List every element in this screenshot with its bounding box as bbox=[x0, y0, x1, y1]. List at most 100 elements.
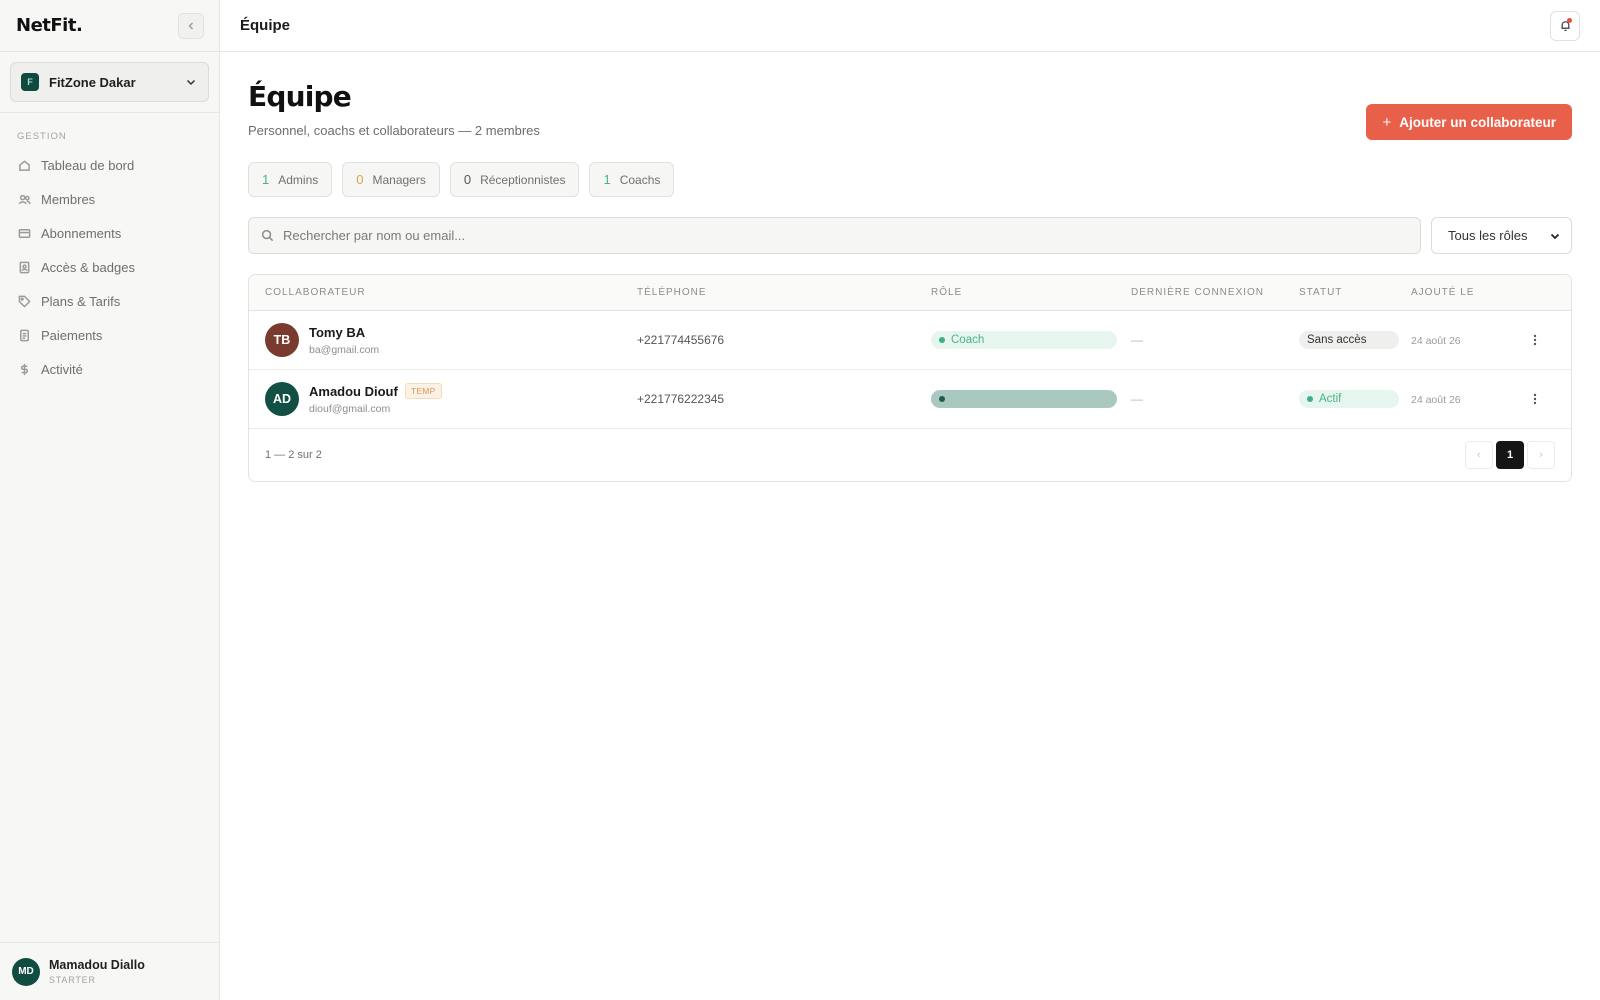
chevron-left-icon bbox=[188, 22, 193, 29]
person-email: ba@gmail.com bbox=[309, 343, 380, 356]
phone-number: +221774455676 bbox=[637, 333, 725, 347]
stat-coachs[interactable]: 1 Coachs bbox=[589, 162, 675, 197]
column-header[interactable]: DERNIÈRE CONNEXION bbox=[1131, 287, 1299, 298]
phone-number: +221776222345 bbox=[637, 392, 725, 406]
workspace-switcher[interactable]: F FitZone Dakar bbox=[10, 62, 209, 102]
prev-page-button[interactable]: ‹ bbox=[1465, 441, 1493, 469]
column-header[interactable]: TÉLÉPHONE bbox=[637, 287, 931, 298]
role-filter-value: Tous les rôles bbox=[1448, 228, 1528, 243]
sidebar-item-tableau-de-bord[interactable]: Tableau de bord bbox=[0, 148, 219, 182]
pagination: ‹ 1 › bbox=[1465, 441, 1555, 469]
cell-actions bbox=[1499, 390, 1571, 408]
stat-count: 1 bbox=[603, 172, 611, 187]
role-badge bbox=[931, 390, 1117, 408]
stat-managers[interactable]: 0 Managers bbox=[342, 162, 440, 197]
user-info: Mamadou Diallo STARTER bbox=[49, 958, 145, 985]
sidebar-item-label: Plans & Tarifs bbox=[41, 293, 121, 309]
plus-icon: + bbox=[1382, 113, 1392, 131]
role-dot bbox=[939, 396, 945, 402]
page-header: Équipe Personnel, coachs et collaborateu… bbox=[248, 78, 1572, 140]
receipt-icon bbox=[20, 329, 29, 341]
column-header[interactable]: COLLABORATEUR bbox=[249, 287, 637, 298]
cell-last-login: — bbox=[1131, 390, 1299, 408]
sidebar-item-acces-badges[interactable]: Accès & badges bbox=[0, 250, 219, 284]
sidebar-item-abonnements[interactable]: Abonnements bbox=[0, 216, 219, 250]
stat-label: Coachs bbox=[619, 172, 661, 187]
team-table: COLLABORATEUR TÉLÉPHONE RÔLE DERNIÈRE CO… bbox=[248, 274, 1572, 482]
workspace-name: FitZone Dakar bbox=[49, 74, 136, 90]
stat-admins[interactable]: 1 Admins bbox=[248, 162, 333, 197]
sidebar-item-label: Membres bbox=[41, 191, 96, 207]
notification-dot bbox=[1567, 17, 1572, 23]
search-input[interactable] bbox=[283, 228, 1408, 243]
row-menu-button[interactable] bbox=[1526, 390, 1544, 408]
page-title: Équipe bbox=[248, 80, 352, 113]
dollar-icon bbox=[20, 363, 29, 375]
status-label: Actif bbox=[1319, 393, 1342, 405]
brand-logo[interactable]: NetFit. bbox=[16, 15, 83, 36]
sidebar-item-plans-tarifs[interactable]: Plans & Tarifs bbox=[0, 284, 219, 318]
workspace-logo: F bbox=[21, 73, 39, 91]
column-header[interactable]: RÔLE bbox=[931, 287, 1131, 298]
sidebar-item-label: Abonnements bbox=[41, 225, 122, 241]
sidebar-item-activite[interactable]: Activité bbox=[0, 352, 219, 386]
status-badge: Actif bbox=[1299, 390, 1399, 408]
table-row[interactable]: TB Tomy BA ba@gmail.com +221774455676 Co… bbox=[249, 311, 1571, 370]
cell-last-login: — bbox=[1131, 331, 1299, 349]
row-menu-button[interactable] bbox=[1526, 331, 1544, 349]
role-filter-select[interactable]: Tous les rôles bbox=[1431, 217, 1572, 254]
brand-row: NetFit. bbox=[0, 0, 219, 52]
tag-icon bbox=[18, 295, 31, 308]
added-date: 24 août 26 bbox=[1411, 394, 1461, 406]
users-icon bbox=[18, 194, 31, 204]
cell-status: Sans accès bbox=[1299, 331, 1411, 349]
user-profile[interactable]: MD Mamadou Diallo STARTER bbox=[0, 942, 219, 1000]
cell-role bbox=[931, 390, 1131, 408]
stat-receptionnistes[interactable]: 0 Réceptionnistes bbox=[449, 162, 580, 197]
person-name[interactable]: Amadou Diouf bbox=[309, 384, 398, 399]
more-vertical-icon bbox=[1533, 393, 1537, 405]
avatar: AD bbox=[265, 382, 299, 416]
table-row[interactable]: AD Amadou Diouf TEMP diouf@gmail.com +22… bbox=[249, 370, 1571, 429]
person: AD Amadou Diouf TEMP diouf@gmail.com bbox=[265, 382, 637, 416]
sidebar: NetFit. F FitZone Dakar GESTION Tableau … bbox=[0, 0, 220, 1000]
person-email: diouf@gmail.com bbox=[309, 403, 391, 415]
table-footer: 1 — 2 sur 2 ‹ 1 › bbox=[249, 429, 1571, 481]
add-collaborator-button[interactable]: + Ajouter un collaborateur bbox=[1366, 104, 1572, 140]
sidebar-item-paiements[interactable]: Paiements bbox=[0, 318, 219, 352]
column-header[interactable]: AJOUTÉ LE bbox=[1411, 287, 1499, 298]
sidebar-item-membres[interactable]: Membres bbox=[0, 182, 219, 216]
stat-label: Réceptionnistes bbox=[480, 172, 566, 187]
search-icon bbox=[261, 229, 274, 242]
status-badge: Sans accès bbox=[1299, 331, 1399, 349]
role-stats: 1 Admins 0 Managers 0 Réceptionnistes 1 … bbox=[248, 162, 1572, 197]
cell-status: Actif bbox=[1299, 390, 1411, 408]
main-content: Équipe Équipe Personnel, coachs et colla… bbox=[220, 0, 1600, 1000]
next-page-button[interactable]: › bbox=[1527, 441, 1555, 469]
cell-collaborator: AD Amadou Diouf TEMP diouf@gmail.com bbox=[249, 382, 637, 416]
add-collaborator-label: Ajouter un collaborateur bbox=[1399, 114, 1556, 130]
user-name: Mamadou Diallo bbox=[49, 958, 145, 972]
workspace-wrap: F FitZone Dakar bbox=[0, 52, 219, 113]
sidebar-item-label: Tableau de bord bbox=[41, 157, 135, 173]
chevron-down-icon bbox=[186, 79, 196, 86]
cell-actions bbox=[1499, 331, 1571, 349]
sidebar-nav: Tableau de bord Membres Abonnements Accè… bbox=[0, 142, 219, 386]
cell-collaborator: TB Tomy BA ba@gmail.com bbox=[249, 323, 637, 357]
stat-label: Managers bbox=[372, 172, 426, 187]
notifications-button[interactable] bbox=[1550, 10, 1580, 41]
page-button-current[interactable]: 1 bbox=[1496, 441, 1524, 469]
last-login: — bbox=[1131, 392, 1143, 406]
table-header: COLLABORATEUR TÉLÉPHONE RÔLE DERNIÈRE CO… bbox=[249, 275, 1571, 311]
page-subtitle: Personnel, coachs et collaborateurs — 2 … bbox=[248, 123, 540, 138]
column-header[interactable]: STATUT bbox=[1299, 287, 1411, 298]
collapse-sidebar-button[interactable] bbox=[178, 12, 204, 39]
person: TB Tomy BA ba@gmail.com bbox=[265, 323, 637, 357]
card-icon bbox=[18, 228, 31, 238]
cell-phone: +221776222345 bbox=[637, 390, 931, 408]
home-icon bbox=[19, 159, 30, 171]
person-name[interactable]: Tomy BA bbox=[309, 325, 365, 340]
added-date: 24 août 26 bbox=[1411, 335, 1461, 347]
avatar: TB bbox=[265, 323, 299, 357]
chevron-down-icon bbox=[1550, 233, 1560, 239]
